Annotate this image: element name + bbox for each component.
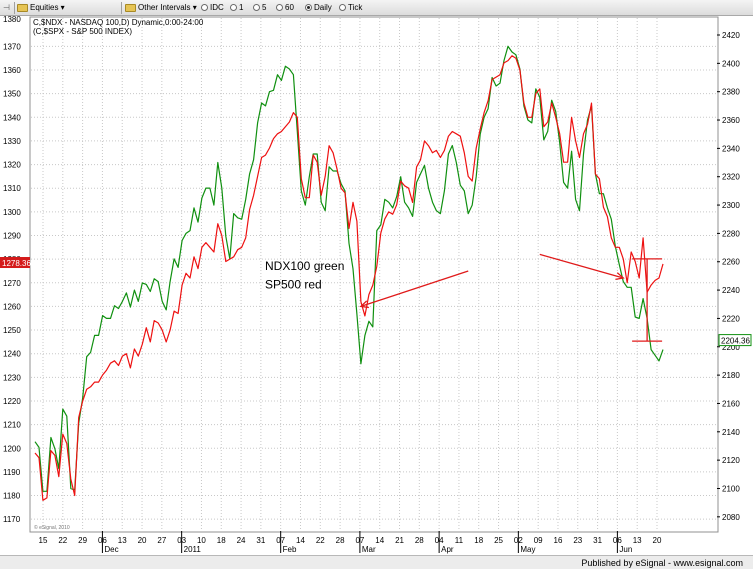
- x-axis-tick-label: 28: [415, 536, 424, 545]
- month-label: Mar: [362, 545, 376, 554]
- x-axis-tick-label: 31: [593, 536, 602, 545]
- x-axis-tick-label: 25: [494, 536, 503, 545]
- left-axis-tick-label: 1190: [3, 468, 21, 477]
- watermark: © eSignal, 2010: [34, 524, 70, 531]
- x-axis-tick-label: 22: [316, 536, 325, 545]
- x-axis-tick-label: 13: [633, 536, 642, 545]
- footer: Published by eSignal - www.esignal.com: [0, 555, 753, 569]
- x-axis-tick-label: 29: [78, 536, 87, 545]
- left-axis-tick-label: 1200: [3, 444, 21, 453]
- x-axis-tick-label: 20: [653, 536, 662, 545]
- left-last-value-label: 1278.36: [2, 259, 31, 268]
- left-axis-tick-label: 1260: [3, 302, 21, 311]
- chart-title: C,$NDX - NASDAQ 100,D) Dynamic,0:00-24:0…: [33, 18, 204, 27]
- right-axis-tick-label: 2420: [722, 31, 740, 40]
- x-axis-tick-label: 14: [296, 536, 305, 545]
- left-axis-tick-label: 1270: [3, 279, 21, 288]
- left-axis-top-label: 1380: [3, 15, 21, 24]
- left-axis-tick-label: 1220: [3, 397, 21, 406]
- left-axis-tick-label: 1360: [3, 66, 21, 75]
- month-label: May: [520, 545, 535, 554]
- plot-area: [29, 16, 719, 533]
- left-axis-tick-label: 1290: [3, 231, 21, 240]
- right-axis-tick-label: 2220: [722, 314, 740, 323]
- x-axis-tick-label: 28: [336, 536, 345, 545]
- chart-subtitle: (C,$SPX - S&P 500 INDEX): [33, 27, 132, 36]
- left-axis-tick-label: 1240: [3, 350, 21, 359]
- month-label: Dec: [104, 545, 118, 554]
- month-label: Apr: [441, 545, 454, 554]
- right-axis-tick-label: 2400: [722, 59, 740, 68]
- left-axis-tick-label: 1310: [3, 184, 21, 193]
- right-axis-tick-label: 2360: [722, 116, 740, 125]
- annotation-text: NDX100 green: [265, 259, 344, 273]
- annotation-text: SP500 red: [265, 278, 322, 292]
- x-axis-tick-label: 16: [554, 536, 563, 545]
- x-axis-tick-label: 20: [138, 536, 147, 545]
- right-axis-tick-label: 2100: [722, 484, 740, 493]
- x-axis-tick-label: 27: [157, 536, 166, 545]
- left-axis-tick-label: 1330: [3, 137, 21, 146]
- left-axis-tick-label: 1320: [3, 161, 21, 170]
- month-label: Feb: [283, 545, 297, 554]
- left-axis-tick-label: 1250: [3, 326, 21, 335]
- left-axis-tick-label: 1210: [3, 421, 21, 430]
- right-axis-tick-label: 2320: [722, 173, 740, 182]
- right-axis-tick-label: 2180: [722, 371, 740, 380]
- right-axis-tick-label: 2280: [722, 229, 740, 238]
- month-label: Jun: [619, 545, 632, 554]
- left-axis-tick-label: 1230: [3, 373, 21, 382]
- x-axis-tick-label: 21: [395, 536, 404, 545]
- month-label: 2011: [184, 545, 202, 554]
- left-axis-tick-label: 1180: [3, 492, 21, 501]
- right-axis-tick-label: 2260: [722, 258, 740, 267]
- x-axis-tick-label: 24: [237, 536, 246, 545]
- right-axis-tick-label: 2140: [722, 428, 740, 437]
- right-axis-tick-label: 2300: [722, 201, 740, 210]
- left-axis-tick-label: 1170: [3, 515, 21, 524]
- x-axis-tick-label: 09: [534, 536, 543, 545]
- right-last-value-label: 2204.36: [721, 337, 750, 346]
- x-axis-tick-label: 10: [197, 536, 206, 545]
- x-axis-tick-label: 11: [455, 536, 464, 545]
- right-axis-tick-label: 2080: [722, 513, 740, 522]
- x-axis-tick-label: 15: [39, 536, 48, 545]
- left-axis-tick-label: 1350: [3, 90, 21, 99]
- right-axis-tick-label: 2340: [722, 144, 740, 153]
- x-axis-tick-label: 22: [58, 536, 67, 545]
- left-axis-tick-label: 1300: [3, 208, 21, 217]
- x-axis-tick-label: 13: [118, 536, 127, 545]
- right-axis-tick-label: 2160: [722, 399, 740, 408]
- x-axis-tick-label: 14: [375, 536, 384, 545]
- right-axis-tick-label: 2120: [722, 456, 740, 465]
- right-axis-tick-label: 2380: [722, 88, 740, 97]
- left-axis-tick-label: 1340: [3, 113, 21, 122]
- x-axis-tick-label: 18: [217, 536, 226, 545]
- price-chart[interactable]: 1170 1180 1190 1200 1210 1220 1230 1240 1250 1260…: [0, 0, 753, 555]
- x-axis-tick-label: 23: [573, 536, 582, 545]
- left-axis-tick-label: 1370: [3, 42, 21, 51]
- x-axis-tick-label: 18: [474, 536, 483, 545]
- footer-text: Published by eSignal - www.esignal.com: [581, 558, 743, 568]
- x-axis-tick-label: 31: [256, 536, 265, 545]
- right-axis-tick-label: 2240: [722, 286, 740, 295]
